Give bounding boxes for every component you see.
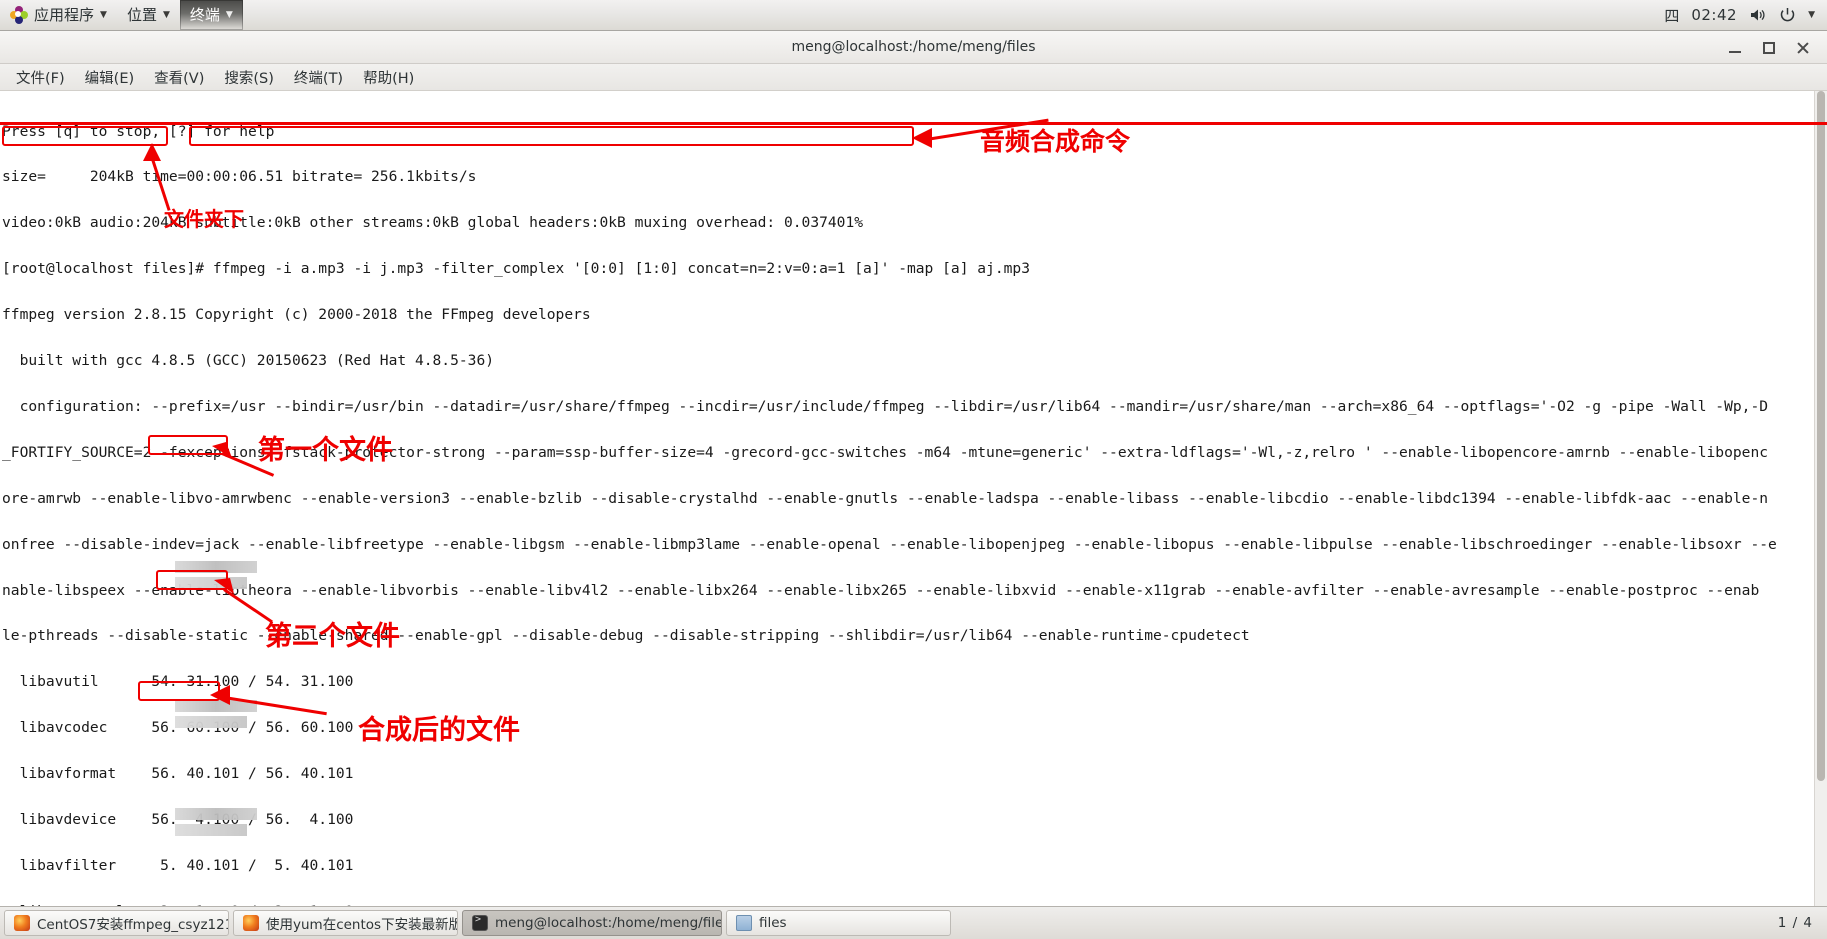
redacted-tit2-value — [175, 808, 257, 820]
term-line: libavdevice 56. 4.100 / 56. 4.100 — [19, 810, 354, 828]
term-line: ore-amrwb --enable-libvo-amrwbenc --enab… — [2, 489, 1769, 507]
redacted-date-value — [175, 577, 247, 589]
menu-file[interactable]: 文件(F) — [6, 65, 75, 90]
terminal-text: Press [q] to stop, [?] for help size= 20… — [0, 91, 1777, 906]
term-line: le-pthreads --disable-static --enable-sh… — [2, 627, 1250, 645]
menu-terminal[interactable]: 终端(T) — [284, 65, 353, 90]
term-line: video:0kB audio:204kB subtitle:0kB other… — [2, 214, 864, 232]
terminal-icon — [472, 914, 488, 931]
terminal-scrollbar[interactable] — [1814, 91, 1827, 906]
chevron-down-icon: ▼ — [225, 9, 233, 20]
taskbar-item-label: 使用yum在centos下安装最新版的-- — [266, 917, 457, 933]
menu-view[interactable]: 查看(V) — [144, 65, 214, 90]
term-line: onfree --disable-indev=jack --enable-lib… — [2, 535, 1777, 553]
window-title: meng@localhost:/home/meng/files — [791, 39, 1036, 55]
term-line: libavutil 54. 31.100 / 54. 31.100 — [2, 673, 354, 691]
maximize-button[interactable] — [1761, 40, 1777, 56]
redacted-title-value — [175, 561, 257, 573]
redacted-date-value — [175, 716, 247, 728]
applications-menu-label: 应用程序 — [34, 6, 95, 24]
taskbar-item-label: meng@localhost:/home/meng/files — [495, 915, 722, 931]
term-line: size= 204kB time=00:00:06.51 bitrate= 25… — [2, 168, 477, 186]
term-line-command: [root@localhost files]# ffmpeg -i a.mp3 … — [2, 260, 1030, 278]
terminal-output-area[interactable]: Press [q] to stop, [?] for help size= 20… — [0, 91, 1827, 906]
workspace-pager[interactable]: 1 / 4 — [1778, 915, 1827, 931]
term-line: built with gcc 4.8.5 (GCC) 20150623 (Red… — [2, 352, 495, 370]
chevron-down-icon: ▼ — [100, 9, 107, 20]
term-line: _FORTIFY_SOURCE=2 -fexceptions -fstack-p… — [2, 443, 1769, 461]
term-line: configuration: --prefix=/usr --bindir=/u… — [2, 397, 1769, 415]
places-menu-label: 位置 — [126, 6, 157, 24]
minimize-button[interactable] — [1727, 40, 1743, 56]
menu-search[interactable]: 搜索(S) — [214, 65, 284, 90]
firefox-icon — [14, 915, 30, 931]
menu-edit[interactable]: 编辑(E) — [75, 65, 144, 90]
firefox-icon — [243, 915, 259, 931]
terminal-window: meng@localhost:/home/meng/files 文件(F) 编辑… — [0, 31, 1827, 906]
menu-bar: 文件(F) 编辑(E) 查看(V) 搜索(S) 终端(T) 帮助(H) — [0, 64, 1827, 91]
top-panel-status-area: 四 02:42 ▼ — [1664, 5, 1827, 26]
close-button[interactable] — [1795, 40, 1811, 56]
folder-icon — [736, 915, 752, 931]
term-line: libavfilter 5. 40.101 / 5. 40.101 — [2, 856, 354, 874]
terminal-app-menu[interactable]: 终端 ▼ — [179, 0, 243, 30]
terminal-app-label: 终端 — [189, 6, 220, 24]
clock-weekday: 四 — [1664, 6, 1680, 25]
speaker-icon[interactable] — [1749, 7, 1767, 23]
redacted-title-value — [175, 700, 257, 712]
taskbar-item-label: files — [759, 915, 787, 931]
taskbar: CentOS7安装ffmpeg_csyz1213-- 使用yum在centos下… — [0, 906, 1827, 939]
clock[interactable]: 02:42 — [1691, 6, 1737, 24]
taskbar-item-browser-2[interactable]: 使用yum在centos下安装最新版的-- — [233, 910, 458, 936]
gnome-top-panel: 应用程序 ▼ 位置 ▼ 终端 ▼ 四 02:42 ▼ — [0, 0, 1827, 31]
power-icon[interactable] — [1779, 7, 1796, 23]
redacted-tdrc-value — [175, 824, 247, 836]
taskbar-item-label: CentOS7安装ffmpeg_csyz1213-- — [37, 917, 228, 933]
taskbar-item-files[interactable]: files — [726, 910, 951, 936]
places-menu[interactable]: 位置 ▼ — [117, 0, 180, 30]
window-controls — [1727, 31, 1819, 64]
centos-logo-icon — [10, 6, 28, 24]
menu-help[interactable]: 帮助(H) — [353, 65, 424, 90]
term-line: libavformat 56. 40.101 / 56. 40.101 — [2, 765, 354, 783]
term-line: nable-libspeex --enable-libtheora --enab… — [2, 581, 1760, 599]
taskbar-item-browser-1[interactable]: CentOS7安装ffmpeg_csyz1213-- — [4, 910, 229, 936]
term-line: Press [q] to stop, [?] for help — [2, 122, 275, 140]
screen: 应用程序 ▼ 位置 ▼ 终端 ▼ 四 02:42 ▼ meng@localhos… — [0, 0, 1827, 939]
applications-menu[interactable]: 应用程序 ▼ — [0, 0, 117, 30]
chevron-down-icon[interactable]: ▼ — [1808, 10, 1815, 20]
scrollbar-thumb[interactable] — [1817, 91, 1825, 781]
term-line: libavcodec 56. 60.100 / 56. 60.100 — [19, 719, 354, 737]
chevron-down-icon: ▼ — [162, 9, 170, 20]
taskbar-item-terminal[interactable]: meng@localhost:/home/meng/files — [462, 910, 722, 936]
window-title-bar[interactable]: meng@localhost:/home/meng/files — [0, 31, 1827, 64]
term-line: ffmpeg version 2.8.15 Copyright (c) 2000… — [2, 306, 591, 324]
